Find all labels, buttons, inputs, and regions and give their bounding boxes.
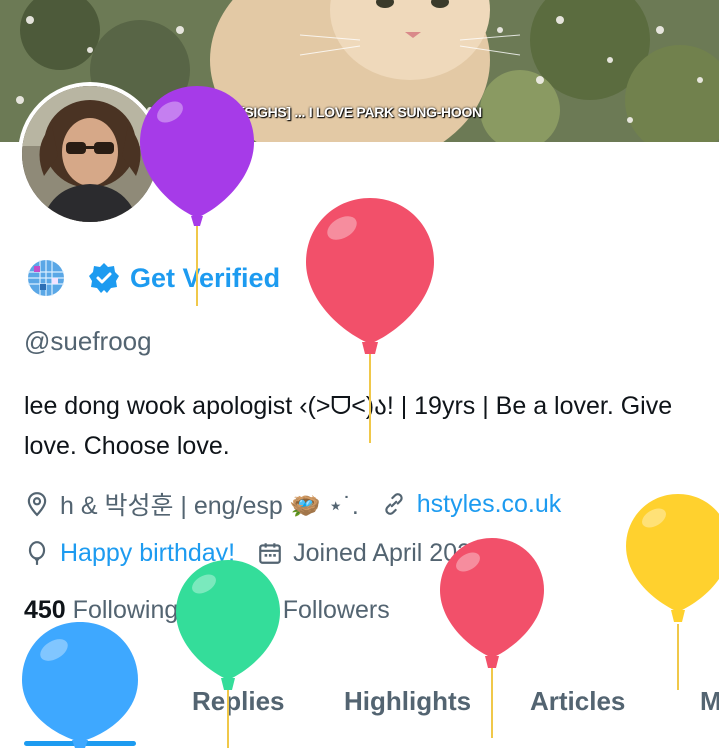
following-count: 450 — [24, 596, 66, 624]
profile-website-link[interactable]: hstyles.co.uk — [417, 490, 562, 519]
following-stat[interactable]: 450 Following — [24, 596, 178, 624]
verified-badge-icon[interactable] — [88, 262, 120, 294]
get-verified-link[interactable]: Get Verified — [130, 263, 280, 294]
balloon-icon — [28, 541, 46, 565]
following-label: Following — [72, 596, 179, 624]
link-icon — [385, 493, 403, 515]
birthday-link[interactable]: Happy birthday! — [60, 539, 235, 568]
tab-replies[interactable]: Replies — [192, 686, 285, 717]
chevron-right-icon[interactable]: › — [501, 536, 511, 570]
active-tab-indicator — [24, 741, 136, 746]
banner-caption: [SIGHS] ... I LOVE PARK SUNG-HOON — [240, 104, 482, 120]
tab-highlights[interactable]: Highlights — [344, 686, 471, 717]
profile-meta-row: h & 박성훈 | eng/esp 🪺 ⋆˙. hstyles.co.uk — [24, 486, 561, 522]
profile-dates-row: Happy birthday! Joined April 2021 › — [24, 536, 511, 570]
profile-tabs: Posts Replies Highlights Articles M — [0, 680, 719, 748]
joined-date: Joined April 2021 — [293, 538, 485, 567]
avatar-image — [22, 86, 158, 222]
profile-name-row: Get Verified — [26, 258, 280, 298]
disco-ball-icon — [28, 260, 64, 296]
profile-bio: lee dong wook apologist ‹(˃ᗜ˂)ა! | 19yrs… — [24, 392, 673, 460]
profile-handle: @suefroog — [24, 326, 152, 356]
tab-articles[interactable]: Articles — [530, 686, 625, 717]
calendar-icon — [259, 543, 281, 564]
tab-posts[interactable]: Posts — [44, 686, 115, 717]
followers-count: 6,077 — [213, 596, 276, 624]
profile-stats: 450 Following 6,077 Followers — [24, 596, 390, 625]
balloon-yellow — [626, 494, 719, 690]
followers-stat[interactable]: 6,077 Followers — [213, 596, 390, 624]
followers-label: Followers — [282, 596, 390, 624]
profile-location: h & 박성훈 | eng/esp 🪺 ⋆˙. — [60, 492, 359, 520]
avatar[interactable] — [18, 82, 162, 226]
tab-more[interactable]: M — [700, 686, 719, 717]
location-pin-icon — [27, 492, 47, 517]
